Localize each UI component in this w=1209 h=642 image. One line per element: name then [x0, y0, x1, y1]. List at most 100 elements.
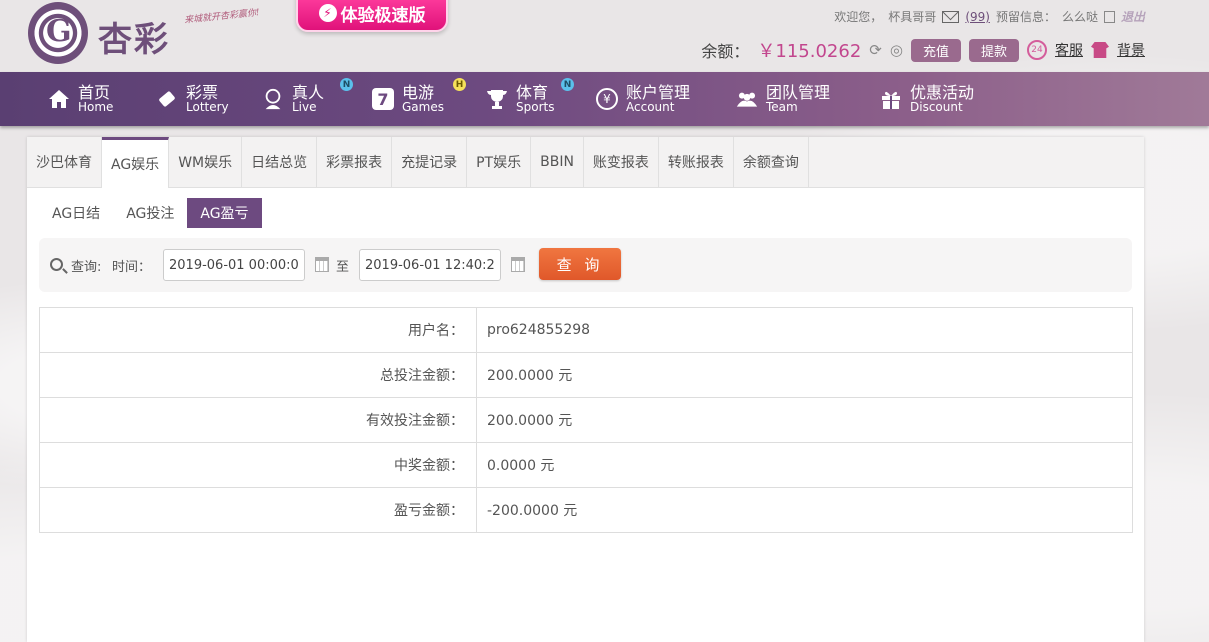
subtab-ag-profit-loss[interactable]: AG盈亏 [187, 198, 262, 228]
search-icon [50, 258, 63, 271]
row-key: 中奖金额： [39, 442, 477, 488]
row-key: 有效投注金额： [39, 397, 477, 443]
query-bar: 查询: 时间： 至 查 询 [39, 238, 1132, 292]
row-key: 总投注金额： [39, 352, 477, 398]
seven-icon: 7 [372, 88, 394, 110]
ag-subtabs: AG日结 AG投注 AG盈亏 [39, 198, 262, 228]
nav-label-zh: 首页 [78, 82, 111, 102]
table-row: 中奖金额： 0.0000 元 [39, 442, 1133, 488]
report-tabs: 沙巴体育 AG娱乐 WM娱乐 日结总览 彩票报表 充提记录 PT娱乐 BBIN … [27, 137, 1144, 188]
fast-version-button[interactable]: ⚡ 体验极速版 [296, 0, 448, 32]
start-time-input[interactable] [163, 249, 305, 281]
deposit-button[interactable]: 充值 [910, 38, 961, 62]
nav-item-sports[interactable]: 体育 Sports N [486, 72, 574, 126]
to-label: 至 [336, 260, 350, 275]
site-logo[interactable]: 杏彩 来城就开杏彩赢你! [28, 2, 278, 68]
nav-item-lottery[interactable]: 彩票 Lottery [156, 72, 229, 126]
end-time-input[interactable] [359, 249, 501, 281]
trophy-icon [486, 88, 508, 110]
nav-label-en: Home [78, 100, 114, 115]
tab-bbin[interactable]: BBIN [531, 137, 584, 187]
nav-label-en: Games [402, 100, 444, 115]
nav-label-en: Account [626, 100, 675, 115]
calendar-icon[interactable] [511, 257, 525, 272]
tab-ag-entertainment[interactable]: AG娱乐 [102, 137, 170, 188]
table-row: 盈亏金额： -200.0000 元 [39, 487, 1133, 533]
logo-slogan: 来城就开杏彩赢你! [183, 8, 261, 26]
nav-item-team[interactable]: 团队管理 Team [736, 72, 830, 126]
mail-count-link[interactable]: (99) [965, 10, 990, 24]
subtab-ag-bets[interactable]: AG投注 [113, 198, 187, 228]
nav-label-en: Live [292, 100, 317, 115]
new-badge: N [340, 78, 353, 91]
tab-daily-overview[interactable]: 日结总览 [242, 137, 318, 187]
nav-label-en: Discount [910, 100, 963, 115]
yen-icon: ¥ [596, 88, 618, 110]
tab-wm-entertainment[interactable]: WM娱乐 [169, 137, 243, 187]
fast-version-label: 体验极速版 [340, 5, 426, 26]
reserve-value: 么么哒 [1061, 10, 1098, 24]
lightning-icon: ⚡ [318, 4, 337, 22]
calendar-icon[interactable] [315, 257, 329, 272]
main-nav: 首页 Home 彩票 Lottery 真人 Live N 7 电游 Games H 体育… [0, 72, 1209, 126]
balance-bar: 余额： ￥115.0262 ⟳ ◎ 充值 提款 24 客服 背景 [701, 38, 1145, 62]
table-row: 有效投注金额： 200.0000 元 [39, 397, 1133, 443]
mail-icon[interactable] [942, 10, 960, 23]
nav-label-zh: 账户管理 [626, 82, 691, 102]
dealer-icon [262, 88, 284, 110]
row-value: -200.0000 元 [476, 487, 1133, 533]
nav-item-games[interactable]: 7 电游 Games H [372, 72, 466, 126]
team-icon [736, 88, 758, 110]
query-button[interactable]: 查 询 [539, 248, 621, 280]
tab-deposit-withdraw-records[interactable]: 充提记录 [392, 137, 468, 187]
nav-label-en: Team [766, 100, 798, 115]
hot-badge: H [453, 78, 466, 91]
background-link[interactable]: 背景 [1117, 40, 1145, 60]
username: 杯具哥哥 [888, 10, 937, 24]
nav-item-discount[interactable]: 优惠活动 Discount [880, 72, 974, 126]
tab-account-change-report[interactable]: 账变报表 [584, 137, 659, 187]
new-badge: N [561, 78, 574, 91]
row-key: 用户名： [39, 307, 477, 353]
table-row: 用户名： pro624855298 [39, 307, 1133, 353]
row-value: pro624855298 [476, 307, 1133, 353]
refresh-icon[interactable]: ⟳ [869, 41, 882, 59]
gift-icon [880, 88, 902, 110]
nav-label-zh: 彩票 [186, 82, 219, 102]
nav-label-en: Lottery [186, 100, 229, 115]
table-row: 总投注金额： 200.0000 元 [39, 352, 1133, 398]
logo-text: 杏彩 [98, 20, 170, 60]
tab-balance-query[interactable]: 余额查询 [734, 137, 809, 187]
site-header: 杏彩 来城就开杏彩赢你! ⚡ 体验极速版 欢迎您， 杯具哥哥 (99) 预留信息… [0, 0, 1209, 72]
nav-item-account[interactable]: ¥ 账户管理 Account [596, 72, 690, 126]
nav-label-zh: 优惠活动 [910, 82, 975, 102]
customer-service-icon[interactable]: 24 [1027, 40, 1047, 60]
time-label: 时间： [112, 260, 152, 275]
row-value: 200.0000 元 [476, 352, 1133, 398]
tab-pt-entertainment[interactable]: PT娱乐 [467, 137, 532, 187]
nav-label-zh: 真人 [292, 82, 325, 102]
nav-item-live[interactable]: 真人 Live N [262, 72, 353, 126]
home-icon [48, 88, 70, 110]
nav-label-zh: 体育 [516, 82, 549, 102]
tab-shaba-sports[interactable]: 沙巴体育 [27, 137, 102, 187]
logout-link[interactable]: 退出 [1121, 8, 1145, 25]
edit-icon[interactable] [1103, 10, 1115, 23]
shirt-icon[interactable] [1091, 42, 1109, 58]
reserve-label: 预留信息： [995, 10, 1056, 24]
nav-item-home[interactable]: 首页 Home [48, 72, 113, 126]
welcome-text: 欢迎您， [834, 10, 883, 24]
row-value: 200.0000 元 [476, 397, 1133, 443]
report-panel: 沙巴体育 AG娱乐 WM娱乐 日结总览 彩票报表 充提记录 PT娱乐 BBIN … [27, 137, 1144, 642]
balance-value: ￥115.0262 [757, 41, 862, 62]
customer-service-link[interactable]: 客服 [1055, 40, 1083, 60]
subtab-ag-daily[interactable]: AG日结 [39, 198, 113, 228]
nav-label-zh: 团队管理 [766, 82, 831, 102]
tab-transfer-report[interactable]: 转账报表 [659, 137, 734, 187]
withdraw-button[interactable]: 提款 [968, 38, 1019, 62]
hide-eye-icon[interactable]: ◎ [890, 41, 903, 59]
tab-lottery-report[interactable]: 彩票报表 [317, 137, 393, 187]
logo-emblem-icon [28, 2, 88, 64]
welcome-bar: 欢迎您， 杯具哥哥 (99) 预留信息： 么么哒 退出 [834, 8, 1145, 25]
nav-label-en: Sports [516, 100, 555, 115]
